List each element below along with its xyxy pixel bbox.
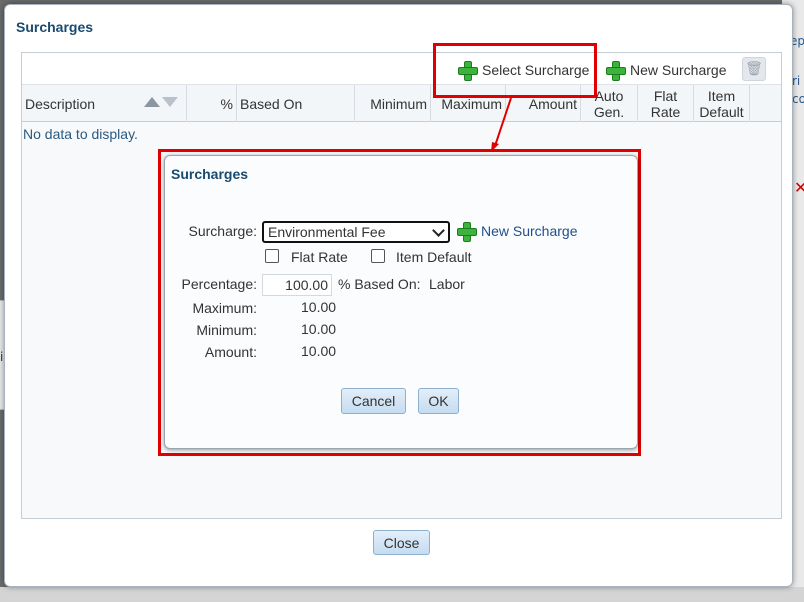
minimum-label: Minimum: xyxy=(196,322,257,338)
percentage-input[interactable]: 100.00 xyxy=(262,274,332,296)
item-default-label: Item Default xyxy=(396,249,472,265)
based-on-label: % Based On: xyxy=(338,276,421,292)
amount-value: 10.00 xyxy=(301,343,337,359)
flat-rate-label: Flat Rate xyxy=(291,249,348,265)
item-default-checkbox[interactable] xyxy=(371,249,385,263)
chevron-down-icon xyxy=(432,224,445,237)
based-on-value: Labor xyxy=(429,276,465,292)
ok-button[interactable]: OK xyxy=(418,388,459,414)
flat-rate-checkbox[interactable] xyxy=(265,249,279,263)
surcharge-select-value: Environmental Fee xyxy=(268,224,386,240)
new-surcharge-link[interactable]: New Surcharge xyxy=(457,222,578,242)
cancel-button[interactable]: Cancel xyxy=(341,388,406,414)
maximum-label: Maximum: xyxy=(192,300,257,316)
amount-label: Amount: xyxy=(204,344,257,360)
select-surcharge-dialog: Surcharges Surcharge: Environmental Fee … xyxy=(164,155,638,449)
maximum-value: 10.00 xyxy=(301,299,337,315)
minimum-value: 10.00 xyxy=(301,321,337,337)
percentage-label: Percentage: xyxy=(181,276,258,292)
surcharge-label: Surcharge: xyxy=(188,223,257,239)
surcharge-select[interactable]: Environmental Fee xyxy=(262,221,450,243)
plus-icon xyxy=(457,222,477,242)
dialog-title: Surcharges xyxy=(171,166,249,182)
new-surcharge-link-label: New Surcharge xyxy=(481,223,578,239)
